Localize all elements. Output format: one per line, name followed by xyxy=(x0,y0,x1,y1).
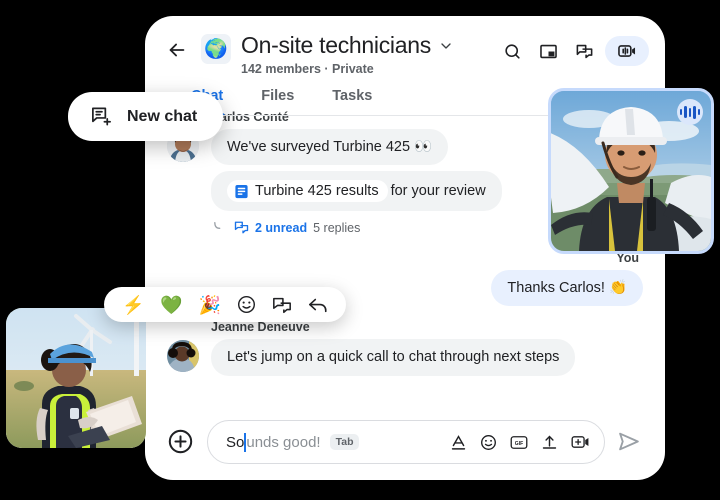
chip-suffix-text: for your review xyxy=(390,183,486,200)
new-chat-icon xyxy=(90,105,113,128)
emoji-picker-icon[interactable] xyxy=(237,295,256,314)
video-call-icon[interactable] xyxy=(605,36,649,66)
ghost-suggestion: unds good! xyxy=(246,433,321,451)
composer: So unds good! Tab GIF xyxy=(145,420,665,464)
upload-icon[interactable] xyxy=(541,434,558,451)
new-chat-button[interactable]: New chat xyxy=(68,92,224,141)
typed-text: So xyxy=(226,433,245,451)
new-chat-label: New chat xyxy=(127,107,198,125)
lightning-reaction[interactable]: ⚡ xyxy=(122,296,144,314)
message-input[interactable]: So unds good! Tab GIF xyxy=(207,420,605,464)
video-self-view-tile[interactable] xyxy=(548,88,714,254)
doc-chip[interactable]: Turbine 425 results xyxy=(227,180,388,203)
chevron-down-icon[interactable] xyxy=(438,38,454,54)
search-icon[interactable] xyxy=(497,36,527,66)
audio-waveform-icon xyxy=(677,99,703,125)
space-subtitle: 142 members · Private xyxy=(241,62,374,76)
send-icon[interactable] xyxy=(617,429,643,455)
reply-count: 5 replies xyxy=(313,220,361,235)
message-bubble[interactable]: Thanks Carlos! 👏 xyxy=(491,270,643,307)
tab-tasks[interactable]: Tasks xyxy=(332,82,372,116)
composer-actions: GIF xyxy=(450,434,590,451)
svg-text:GIF: GIF xyxy=(515,441,523,447)
google-docs-icon xyxy=(234,184,249,199)
reply-icon[interactable] xyxy=(308,296,328,314)
message-sender: Jeanne Deneuve xyxy=(211,320,310,335)
unread-count: 2 unread xyxy=(255,220,308,235)
header-actions xyxy=(497,32,649,66)
format-text-icon[interactable] xyxy=(450,434,467,451)
gif-icon[interactable]: GIF xyxy=(510,434,528,451)
add-icon[interactable] xyxy=(167,428,195,456)
threads-icon[interactable] xyxy=(569,36,599,66)
green-heart-reaction[interactable]: 💚 xyxy=(160,296,182,314)
party-popper-reaction[interactable]: 🎉 xyxy=(199,296,221,314)
avatar[interactable] xyxy=(167,340,199,373)
photo-tile xyxy=(6,308,146,448)
message-jeanne: Jeanne Deneuve Let's jump on a quick cal… xyxy=(167,320,643,376)
picture-in-picture-icon[interactable] xyxy=(533,36,563,66)
space-avatar: 🌍 xyxy=(201,34,231,64)
message-input-text[interactable]: So unds good! Tab xyxy=(226,432,440,452)
reaction-bar: ⚡ 💚 🎉 xyxy=(104,287,347,322)
back-arrow-icon[interactable] xyxy=(163,36,191,64)
message-bubble[interactable]: We've surveyed Turbine 425 👀 xyxy=(211,129,449,166)
page-title: On-site technicians xyxy=(241,32,431,58)
reply-in-thread-icon[interactable] xyxy=(272,296,292,314)
emoji-icon[interactable] xyxy=(480,434,497,451)
thread-icon xyxy=(234,220,249,235)
tab-files[interactable]: Files xyxy=(261,82,294,116)
screen: 🌍 On-site technicians 142 members · Priv… xyxy=(0,0,720,500)
doc-chip-label: Turbine 425 results xyxy=(255,183,379,200)
message-bubble[interactable]: Let's jump on a quick call to chat throu… xyxy=(211,339,576,376)
message-bubble-chip[interactable]: Turbine 425 results for your review xyxy=(211,171,502,212)
chat-header: 🌍 On-site technicians 142 members · Priv… xyxy=(145,16,665,116)
tab-hint-chip: Tab xyxy=(329,434,360,450)
add-video-icon[interactable] xyxy=(571,434,590,450)
